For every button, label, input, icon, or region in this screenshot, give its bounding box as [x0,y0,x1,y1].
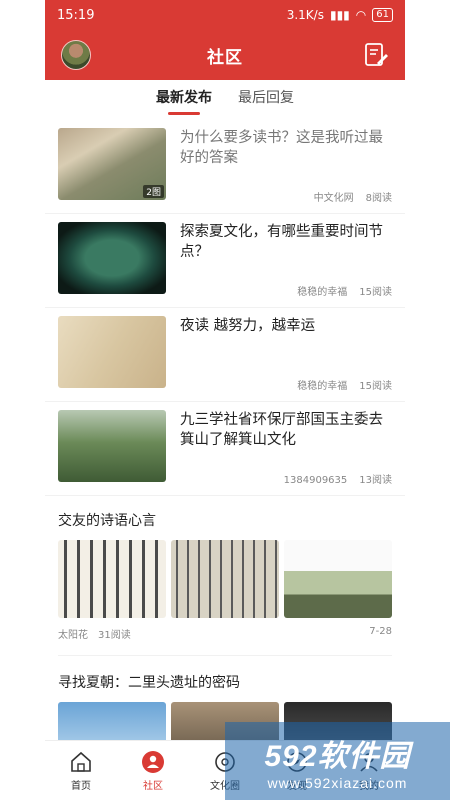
article-reads: 13阅读 [359,475,392,486]
article-reads: 15阅读 [359,381,392,392]
article-reads: 8阅读 [365,193,392,204]
community-icon [142,750,164,773]
page-title: 社区 [207,47,243,68]
wifi-icon: ◠ [355,8,367,22]
feed-tabs: 最新发布 最后回复 [45,80,405,120]
post-title: 交友的诗语心言 [58,513,156,529]
nav-community[interactable]: 社区 [123,750,183,792]
article-author: 稳稳的幸福 [297,287,348,298]
post-reads: 31阅读 [98,630,131,641]
article-item[interactable]: 夜读 越努力，越幸运 稳稳的幸福 15阅读 [45,308,405,402]
home-icon [71,751,91,772]
status-indicators: 3.1K/s ▮▮▮ ◠ 61 [287,8,393,22]
poem-post[interactable]: 交友的诗语心言 太阳花 31阅读 7-28 [45,510,405,656]
article-meta: 中文化网 8阅读 [180,189,392,204]
article-thumbnail [58,316,166,388]
article-thumbnail [58,222,166,294]
nav-label: 首页 [71,780,91,792]
calligraphy-image [171,540,279,618]
article-reads: 15阅读 [359,287,392,298]
post-title: 寻找夏朝：二里头遗址的密码 [58,675,240,691]
site-watermark: 592软件园 www.592xiazai.com [225,722,450,800]
article-item[interactable]: 九三学社省环保厅部国玉主委去箕山了解箕山文化 1384909635 13阅读 [45,402,405,496]
battery-icon: 61 [372,8,393,22]
divider [58,655,392,656]
user-avatar[interactable] [61,40,91,70]
article-item[interactable]: 探索夏文化，有哪些重要时间节点？ 稳稳的幸福 15阅读 [45,214,405,308]
status-time: 15:19 [57,7,95,23]
network-speed: 3.1K/s [286,8,324,22]
signal-icon: ▮▮▮ [329,8,350,22]
nav-label: 社区 [143,780,163,792]
status-bar: 15:19 3.1K/s ▮▮▮ ◠ 61 [45,0,405,30]
article-meta: 稳稳的幸福 15阅读 [180,377,392,392]
tab-last-reply[interactable]: 最后回复 [238,87,294,113]
article-title: 九三学社省环保厅部国玉主委去箕山了解箕山文化 [180,412,383,448]
image-count-badge: 2图 [143,185,164,198]
article-title: 探索夏文化，有哪些重要时间节点？ [180,224,383,260]
article-item[interactable]: 2图 为什么要多读书？这是我听过最好的答案 中文化网 8阅读 [45,120,405,214]
watermark-logo: 592软件园 [264,740,411,773]
post-image-row [45,540,405,618]
app-header: 社区 [45,30,405,80]
compose-icon[interactable] [363,42,389,68]
article-author: 中文化网 [313,193,354,204]
post-author: 太阳花 [58,630,88,641]
watermark-url: www.592xiazai.com [267,775,408,791]
post-date: 7-28 [369,626,392,637]
painting-image [284,540,392,618]
article-author: 1384909635 [283,475,348,486]
calligraphy-image [58,540,166,618]
article-thumbnail: 2图 [58,128,166,200]
article-thumbnail [58,410,166,482]
article-list: 2图 为什么要多读书？这是我听过最好的答案 中文化网 8阅读 探索夏文化，有哪些重… [45,120,405,496]
post-image [58,702,166,740]
post-meta: 太阳花 31阅读 7-28 [45,618,405,641]
nav-home[interactable]: 首页 [51,750,111,792]
article-meta: 稳稳的幸福 15阅读 [180,283,392,298]
article-meta: 1384909635 13阅读 [180,471,392,486]
tab-latest[interactable]: 最新发布 [156,87,212,115]
article-author: 稳稳的幸福 [297,381,348,392]
article-title: 夜读 越努力，越幸运 [180,318,316,334]
article-title: 为什么要多读书？这是我听过最好的答案 [180,130,383,166]
